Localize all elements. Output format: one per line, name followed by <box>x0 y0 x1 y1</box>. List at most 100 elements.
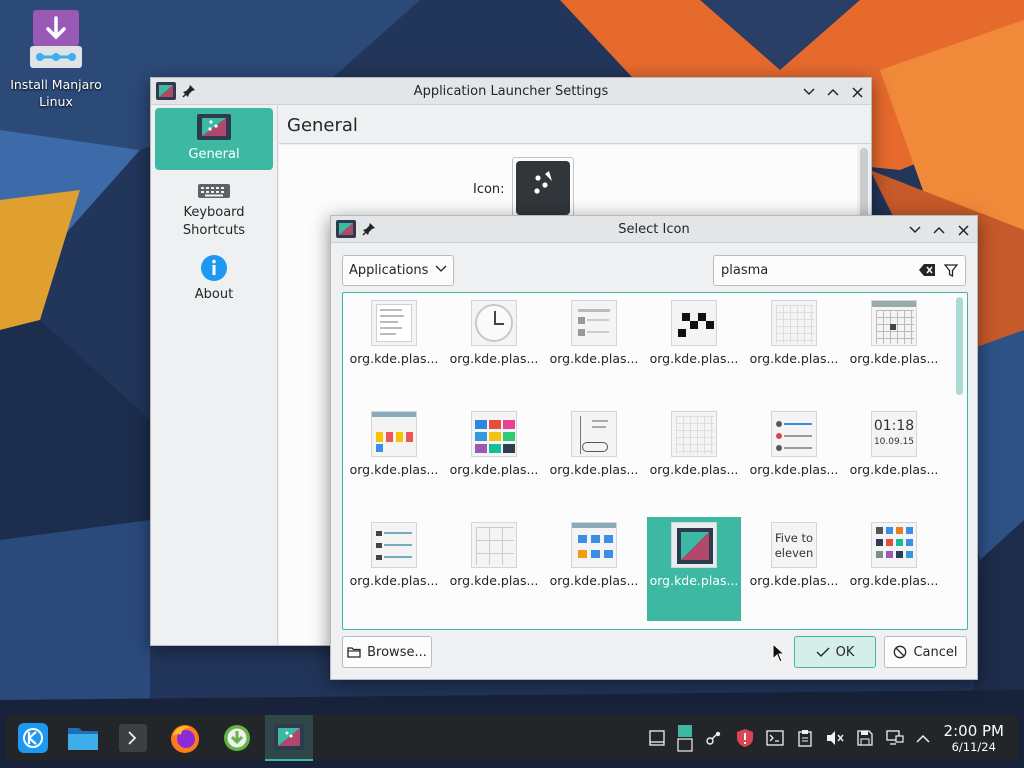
terminal-icon <box>119 724 147 752</box>
icon-grid-item[interactable]: org.kde.plas... <box>847 295 941 399</box>
security-tray[interactable] <box>734 727 756 749</box>
app-launcher-icon <box>156 82 176 100</box>
icon-grid-item[interactable]: org.kde.plas... <box>547 406 641 510</box>
icon-name-label: org.kde.plas... <box>349 573 439 588</box>
sidebar-item-label: About <box>194 287 234 302</box>
terminal-button[interactable] <box>114 719 152 757</box>
minimize-button[interactable] <box>799 82 819 102</box>
clear-text-icon[interactable] <box>919 264 935 276</box>
firefox-button[interactable] <box>166 719 204 757</box>
icon-picker-button[interactable] <box>512 157 574 219</box>
icon-field-label: Icon: <box>473 182 505 197</box>
ok-button[interactable]: OK <box>794 636 876 668</box>
plasmoid-thumbnail-icon <box>571 411 617 457</box>
close-button[interactable] <box>847 82 867 102</box>
select-icon-dialog[interactable]: Select Icon Applications plasma org.kde.… <box>330 215 978 680</box>
icon-name-label: org.kde.plas... <box>649 351 739 366</box>
plasmoid-thumbnail-icon <box>571 300 617 346</box>
icon-grid[interactable]: org.kde.plas... org.kde.plas... org.kde.pl… <box>342 292 968 630</box>
plasmoid-thumbnail-icon <box>471 522 517 568</box>
icon-grid-item[interactable]: org.kde.plas... <box>447 517 541 621</box>
app-launcher-icon <box>197 114 231 140</box>
icon-grid-item[interactable]: 01:18 10.09.15 org.kde.plas... <box>847 406 941 510</box>
dialog-title: Select Icon <box>618 221 690 237</box>
icon-grid-item[interactable]: org.kde.plas... <box>747 295 841 399</box>
icon-grid-item[interactable]: org.kde.plas... <box>647 406 741 510</box>
sidebar-item-label: General <box>188 147 240 162</box>
minimize-button[interactable] <box>905 220 925 240</box>
clock-time: 2:00 PM <box>943 722 1004 740</box>
kde-connect-icon <box>706 731 721 745</box>
launcher-preview-icon <box>516 161 570 215</box>
page-title: General <box>279 106 871 144</box>
network-tray[interactable] <box>884 727 906 749</box>
icon-name-label: org.kde.plas... <box>549 462 639 477</box>
terminal-tray[interactable] <box>764 727 786 749</box>
chevron-down-icon <box>909 226 921 234</box>
icon-grid-item[interactable]: org.kde.plas... <box>847 517 941 621</box>
tray-expander[interactable] <box>912 727 934 749</box>
icon-name-label: org.kde.plas... <box>749 573 839 588</box>
clipboard-tray[interactable] <box>794 727 816 749</box>
icon-search-box[interactable] <box>713 255 966 286</box>
filter-icon[interactable] <box>944 264 958 277</box>
sidebar-item-general[interactable]: General <box>155 108 273 170</box>
install-icon <box>28 8 84 72</box>
ok-label: OK <box>835 644 855 660</box>
cancel-button[interactable]: Cancel <box>884 636 967 668</box>
icon-name-label: org.kde.plas... <box>849 351 939 366</box>
icon-grid-item[interactable]: org.kde.plas... <box>447 295 541 399</box>
maximize-button[interactable] <box>823 82 843 102</box>
sidebar-item-keyboard-shortcuts[interactable]: Keyboard Shortcuts <box>155 172 273 246</box>
icon-grid-item[interactable]: org.kde.plas... <box>347 295 441 399</box>
icon-grid-item[interactable]: org.kde.plas... <box>347 517 441 621</box>
clock-date: 6/11/24 <box>951 740 996 754</box>
icon-grid-item[interactable]: org.kde.plas... <box>447 406 541 510</box>
show-desktop-tray[interactable] <box>646 727 668 749</box>
icon-grid-item[interactable]: Five to eleven org.kde.plas... <box>747 517 841 621</box>
plasmoid-thumbnail-icon <box>471 411 517 457</box>
window-icon <box>649 730 665 746</box>
kde-connect-tray[interactable] <box>703 727 725 749</box>
icon-grid-item-selected[interactable]: org.kde.plas... <box>647 517 741 621</box>
mouse-cursor-icon <box>772 643 786 663</box>
icon-category-select[interactable]: Applications <box>342 255 454 286</box>
sidebar-item-about[interactable]: About <box>155 248 273 310</box>
software-update-button[interactable] <box>218 719 256 757</box>
volume-muted-icon <box>827 731 844 745</box>
settings-scrollbar[interactable] <box>860 148 868 218</box>
install-manjaro-desktop-icon[interactable]: Install Manjaro Linux <box>6 8 106 110</box>
icon-grid-scrollbar[interactable] <box>956 297 963 395</box>
settings-titlebar[interactable]: Application Launcher Settings <box>151 78 871 105</box>
plasmoid-thumbnail-icon: Five to eleven <box>771 522 817 568</box>
dialog-titlebar[interactable]: Select Icon <box>331 216 977 243</box>
icon-grid-item[interactable]: org.kde.plas... <box>347 406 441 510</box>
file-manager-button[interactable] <box>64 719 102 757</box>
plasmoid-thumbnail-icon <box>671 411 717 457</box>
plasmoid-thumbnail-icon <box>671 522 717 568</box>
virtual-desktop-icon <box>677 725 693 752</box>
digital-clock[interactable]: 2:00 PM 6/11/24 <box>944 722 1004 754</box>
pager-tray[interactable] <box>674 723 696 753</box>
close-button[interactable] <box>953 220 973 240</box>
chevron-up-icon <box>827 88 839 96</box>
icon-grid-item[interactable]: org.kde.plas... <box>547 295 641 399</box>
icon-grid-item[interactable]: org.kde.plas... <box>747 406 841 510</box>
volume-tray[interactable] <box>824 727 846 749</box>
plasmoid-thumbnail-icon <box>871 522 917 568</box>
disks-tray[interactable] <box>854 727 876 749</box>
pin-icon[interactable] <box>362 222 376 236</box>
icon-name-label: org.kde.plas... <box>349 351 439 366</box>
pin-icon[interactable] <box>182 84 196 98</box>
application-menu-button[interactable] <box>14 719 52 757</box>
close-icon <box>957 224 969 236</box>
icon-search-input[interactable] <box>721 263 911 278</box>
icon-grid-item[interactable]: org.kde.plas... <box>547 517 641 621</box>
browse-button[interactable]: Browse... <box>342 636 432 668</box>
maximize-button[interactable] <box>929 220 949 240</box>
icon-grid-item[interactable]: org.kde.plas... <box>647 295 741 399</box>
launcher-settings-task[interactable] <box>265 715 313 761</box>
cancel-icon <box>894 645 907 659</box>
close-icon <box>851 86 863 98</box>
icon-name-label: org.kde.plas... <box>549 351 639 366</box>
